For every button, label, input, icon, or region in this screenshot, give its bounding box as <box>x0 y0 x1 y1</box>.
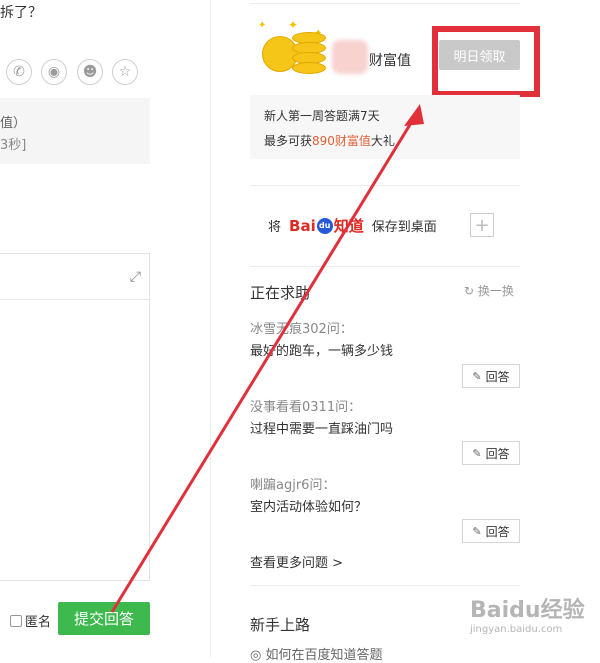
annotation-arrow <box>110 104 424 613</box>
watermark-url: jingyan.baidu.com <box>470 624 563 635</box>
watermark-brand: Baidu经验 <box>470 598 585 623</box>
watermark: Baidu经验 jingyan.baidu.com <box>470 592 585 635</box>
